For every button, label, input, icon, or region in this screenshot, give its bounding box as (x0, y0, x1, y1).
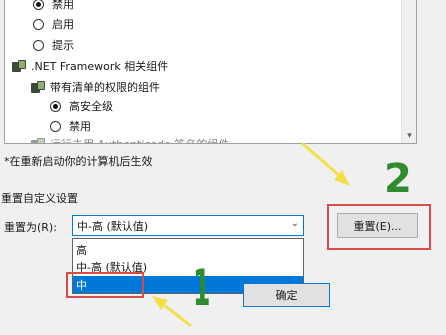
list-item-label: 启用 (52, 18, 74, 31)
list-item[interactable]: 高安全级 (50, 97, 113, 115)
reset-section-title: 重置自定义设置 (1, 192, 78, 205)
radio-checked-icon[interactable] (33, 0, 44, 10)
chevron-down-icon[interactable]: ⌄ (291, 218, 299, 229)
list-group: 带有清单的权限的组件 (31, 78, 160, 96)
settings-group-icon (31, 80, 45, 94)
list-item[interactable]: 禁用 (33, 0, 74, 13)
list-item[interactable]: 提示 (33, 36, 74, 54)
settings-group-icon (31, 137, 45, 143)
highlight-box-option (66, 272, 144, 298)
restart-note: *在重新启动你的计算机后生效 (4, 155, 153, 168)
radio-icon[interactable] (33, 39, 44, 51)
arrow-to-ok-button-icon (152, 296, 192, 328)
step-number-2: 2 (384, 156, 412, 202)
group-label: .NET Framework 相关组件 (31, 60, 169, 73)
group-label: 运行未用 Authenticode 签名的组件 (50, 136, 229, 143)
list-item[interactable]: 启用 (33, 15, 74, 33)
step-number-1: 1 (193, 259, 211, 317)
highlight-box-reset (327, 204, 431, 250)
list-item-label: 提示 (52, 39, 74, 52)
list-item-label: 禁用 (69, 120, 91, 133)
list-group: .NET Framework 相关组件 (12, 57, 168, 75)
reset-level-combobox[interactable]: 中-高 (默认值) ⌄ (72, 215, 304, 236)
radio-icon[interactable] (33, 18, 44, 30)
list-group: 运行未用 Authenticode 签名的组件 (31, 135, 229, 143)
reset-to-label: 重置为(R): (4, 221, 57, 234)
list-item[interactable]: 禁用 (50, 117, 91, 135)
group-label: 带有清单的权限的组件 (50, 81, 160, 94)
combobox-value: 中-高 (默认值) (77, 219, 149, 233)
ok-button[interactable]: 确定 (243, 283, 330, 307)
scroll-down-arrow-icon[interactable]: ▾ (405, 132, 414, 141)
list-item-label: 高安全级 (69, 100, 113, 113)
vertical-scrollbar[interactable]: ▾ (401, 0, 416, 143)
radio-icon[interactable] (50, 120, 61, 132)
arrow-to-reset-button-icon (301, 141, 350, 186)
security-settings-list[interactable]: 禁用 启用 提示 .NET Framework 相关组件 带有清单的权限的组件 … (4, 0, 417, 144)
settings-group-icon (12, 59, 26, 73)
radio-checked-icon[interactable] (50, 100, 61, 112)
dropdown-option[interactable]: 高 (73, 241, 303, 258)
list-item-label: 禁用 (52, 0, 74, 11)
